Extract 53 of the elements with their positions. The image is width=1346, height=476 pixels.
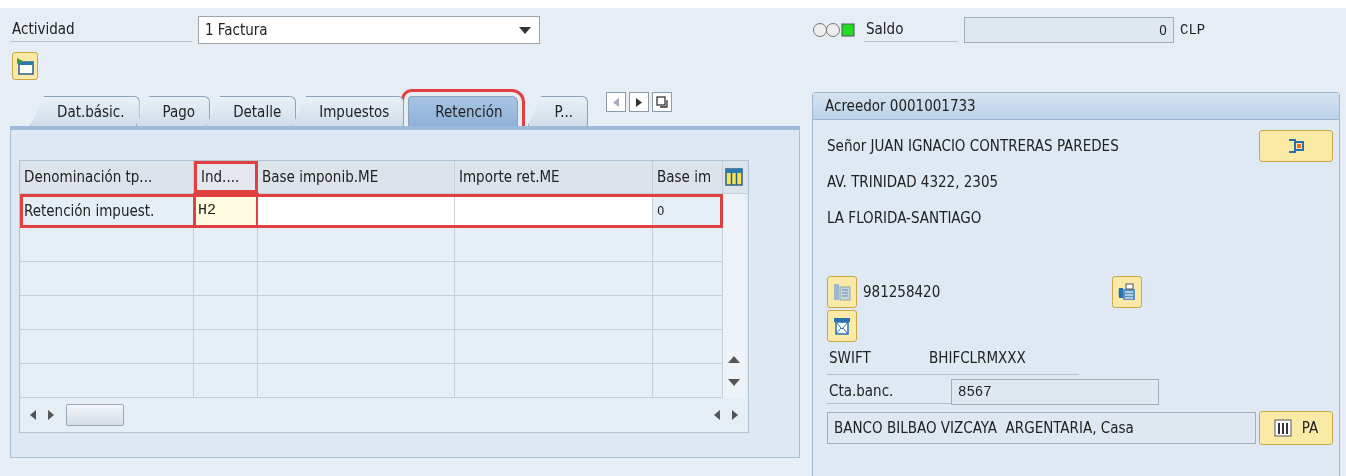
fax-icon [1117, 282, 1138, 302]
table-icon [1273, 419, 1292, 437]
caret-icon [519, 26, 531, 34]
address-button[interactable] [1259, 130, 1333, 162]
input-cell[interactable] [455, 194, 653, 227]
balance-field: 0 [964, 17, 1174, 43]
column-header[interactable]: Importe ret.ME [455, 161, 653, 193]
column-header[interactable]: Base imponib.ME [258, 161, 455, 193]
panel-toggle-button[interactable] [12, 52, 38, 80]
address-line: AV. TRINIDAD 4322, 2305 [827, 173, 999, 191]
arrow-down-icon[interactable] [728, 379, 740, 386]
input-cell[interactable] [258, 194, 455, 227]
windows-icon [656, 96, 669, 108]
window-flag-icon [16, 57, 34, 75]
field-label: Saldo [864, 18, 958, 42]
tab[interactable]: Impuestos [292, 96, 405, 126]
fax-button[interactable] [1112, 276, 1143, 308]
address-line: LA FLORIDA-SANTIAGO [827, 209, 982, 227]
table-row[interactable]: Retención impuest. H2 0 [20, 194, 723, 228]
vertical-scrollbar[interactable] [723, 194, 745, 398]
tab-list-button[interactable] [652, 92, 673, 112]
phone-number: 981258420 [863, 283, 941, 301]
arrow-right-icon [636, 97, 643, 107]
panel-title: Acreedor 0001001733 [813, 93, 1339, 120]
bank-field: BANCO BILBAO VIZCAYA ARGENTARIA, Casa [827, 412, 1257, 444]
arrow-right-icon[interactable] [48, 410, 54, 420]
address-line: Señor JUAN IGNACIO CONTRERAS PAREDES [827, 137, 1119, 155]
clamp-icon [1286, 136, 1306, 156]
column-header[interactable]: Ind.... [194, 161, 258, 193]
activity-dropdown[interactable]: 1 Factura [198, 16, 540, 44]
field-label: Actividad [10, 18, 192, 42]
scroll-right-button[interactable] [629, 92, 650, 112]
account-field: 8567 [951, 379, 1159, 405]
arrow-left-icon[interactable] [30, 410, 36, 420]
bank-details-button[interactable]: PA [1259, 411, 1333, 445]
arrow-left-icon[interactable] [714, 410, 720, 420]
phone-icon [832, 282, 852, 302]
columns-icon[interactable] [725, 168, 743, 186]
swift-code: BHIFCLRMXXX [929, 349, 1026, 367]
arrow-left-icon [613, 97, 620, 107]
scroll-thumb[interactable] [66, 404, 124, 426]
tab[interactable]: Dat.básic. [30, 96, 140, 126]
email-button[interactable] [827, 310, 857, 342]
column-header[interactable]: Base im [653, 161, 723, 193]
arrow-up-icon[interactable] [728, 356, 740, 363]
currency-label: CLP [1180, 22, 1206, 38]
field-label: SWIFT [829, 349, 872, 367]
tab[interactable]: Pago [135, 96, 211, 126]
input-cell[interactable]: H2 [194, 194, 258, 227]
arrow-right-icon[interactable] [732, 410, 738, 420]
tab[interactable]: Detalle [206, 96, 297, 126]
envelope-icon [832, 316, 852, 336]
tab[interactable]: P... [527, 96, 589, 126]
